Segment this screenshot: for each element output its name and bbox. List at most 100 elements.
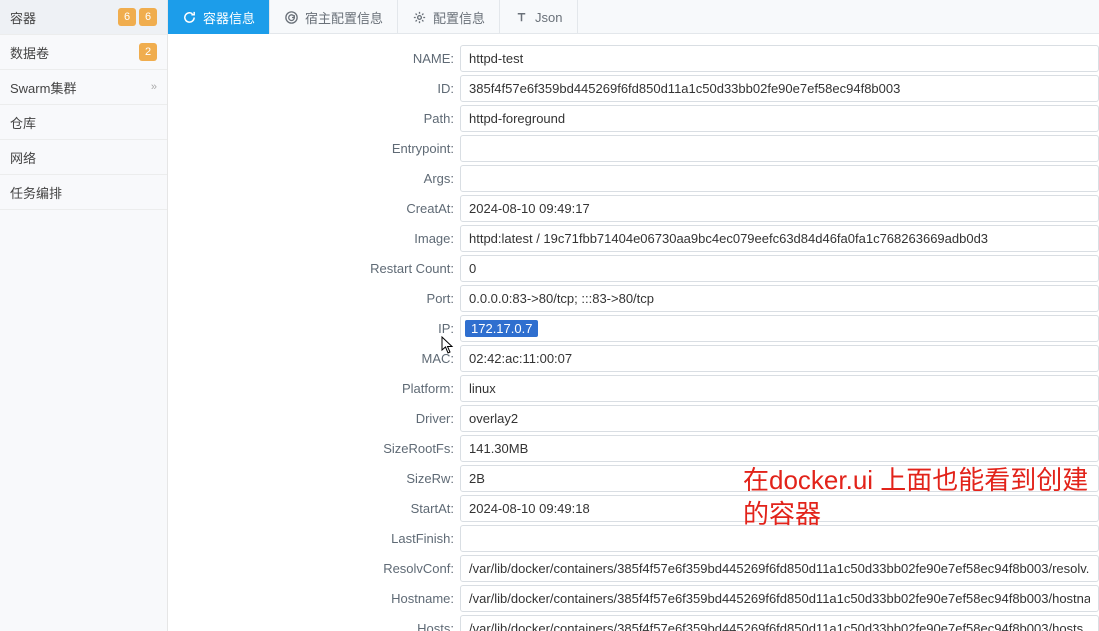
gear-icon: [412, 10, 427, 25]
detail-input[interactable]: [460, 405, 1099, 432]
detail-row: Args:: [168, 164, 1099, 192]
detail-row: Hostname:: [168, 584, 1099, 612]
detail-label: LastFinish:: [168, 531, 460, 546]
detail-input[interactable]: [460, 465, 1099, 492]
text-icon: [514, 10, 529, 25]
detail-input[interactable]: 172.17.0.7: [460, 315, 1099, 342]
detail-input[interactable]: [460, 345, 1099, 372]
detail-label: ID:: [168, 81, 460, 96]
detail-value: [460, 195, 1099, 222]
detail-value: [460, 105, 1099, 132]
detail-input[interactable]: [460, 255, 1099, 282]
detail-value: [460, 255, 1099, 282]
main-panel: 容器信息 宿主配置信息 配置信息 Json: [168, 0, 1099, 631]
detail-value: [460, 45, 1099, 72]
tab-label: 宿主配置信息: [305, 8, 383, 27]
tab-label: 配置信息: [433, 8, 485, 27]
detail-row: NAME:: [168, 44, 1099, 72]
sidebar-item-network[interactable]: 网络: [0, 140, 167, 175]
detail-value: [460, 375, 1099, 402]
detail-input[interactable]: [460, 435, 1099, 462]
detail-label: Port:: [168, 291, 460, 306]
detail-value: [460, 345, 1099, 372]
detail-label: ResolvConf:: [168, 561, 460, 576]
sidebar-item-label: 网络: [10, 148, 157, 167]
detail-value: [460, 495, 1099, 522]
detail-row: SizeRw:: [168, 464, 1099, 492]
tab-config-info[interactable]: 配置信息: [398, 0, 500, 34]
detail-row: MAC:: [168, 344, 1099, 372]
detail-input[interactable]: [460, 585, 1099, 612]
sidebar-item-label: 任务编排: [10, 183, 157, 202]
detail-label: SizeRw:: [168, 471, 460, 486]
detail-value: [460, 225, 1099, 252]
sidebar: 容器 6 6 数据卷 2 Swarm集群 »︎ 仓库 网络 任务编排: [0, 0, 168, 631]
detail-value: [460, 285, 1099, 312]
detail-value: [460, 585, 1099, 612]
detail-input[interactable]: [460, 375, 1099, 402]
sidebar-item-orchestration[interactable]: 任务编排: [0, 175, 167, 210]
detail-label: SizeRootFs:: [168, 441, 460, 456]
detail-label: Path:: [168, 111, 460, 126]
detail-input[interactable]: [460, 135, 1099, 162]
sidebar-item-containers[interactable]: 容器 6 6: [0, 0, 167, 35]
detail-value: [460, 465, 1099, 492]
detail-input[interactable]: [460, 75, 1099, 102]
selected-text: 172.17.0.7: [465, 320, 538, 337]
detail-row: Driver:: [168, 404, 1099, 432]
refresh-icon: [182, 10, 197, 25]
detail-value: 172.17.0.7: [460, 315, 1099, 342]
detail-label: Driver:: [168, 411, 460, 426]
detail-input[interactable]: [460, 165, 1099, 192]
sidebar-item-volumes[interactable]: 数据卷 2: [0, 35, 167, 70]
detail-row: IP:172.17.0.7: [168, 314, 1099, 342]
detail-input[interactable]: [460, 225, 1099, 252]
detail-row: Port:: [168, 284, 1099, 312]
detail-value: [460, 555, 1099, 582]
detail-input[interactable]: [460, 105, 1099, 132]
badge-total: 6: [139, 8, 157, 26]
detail-label: Hosts:: [168, 621, 460, 631]
detail-label: Restart Count:: [168, 261, 460, 276]
detail-label: NAME:: [168, 51, 460, 66]
sidebar-item-label: 容器: [10, 8, 115, 27]
sidebar-item-registry[interactable]: 仓库: [0, 105, 167, 140]
badge-running: 6: [118, 8, 136, 26]
detail-input[interactable]: [460, 615, 1099, 631]
detail-label: MAC:: [168, 351, 460, 366]
detail-input[interactable]: [460, 45, 1099, 72]
detail-row: ResolvConf:: [168, 554, 1099, 582]
detail-value: [460, 75, 1099, 102]
detail-input[interactable]: [460, 525, 1099, 552]
content-area: NAME: ID: Path: Entrypoint: Args: CreatAt: Ima…: [168, 34, 1099, 631]
detail-value: [460, 165, 1099, 192]
detail-value: [460, 135, 1099, 162]
detail-row: Path:: [168, 104, 1099, 132]
detail-label: CreatAt:: [168, 201, 460, 216]
detail-row: StartAt:: [168, 494, 1099, 522]
tab-container-info[interactable]: 容器信息: [168, 0, 270, 34]
tab-label: 容器信息: [203, 8, 255, 27]
detail-label: Entrypoint:: [168, 141, 460, 156]
detail-label: StartAt:: [168, 501, 460, 516]
detail-value: [460, 615, 1099, 631]
detail-value: [460, 435, 1099, 462]
badge-count: 2: [139, 43, 157, 61]
tab-json[interactable]: Json: [500, 0, 577, 34]
detail-label: Platform:: [168, 381, 460, 396]
sidebar-item-label: Swarm集群: [10, 78, 151, 97]
detail-row: ID:: [168, 74, 1099, 102]
detail-row: CreatAt:: [168, 194, 1099, 222]
detail-row: Image:: [168, 224, 1099, 252]
detail-row: SizeRootFs:: [168, 434, 1099, 462]
detail-label: Args:: [168, 171, 460, 186]
sidebar-item-swarm[interactable]: Swarm集群 »︎: [0, 70, 167, 105]
tab-host-config[interactable]: 宿主配置信息: [270, 0, 398, 34]
detail-row: Platform:: [168, 374, 1099, 402]
detail-input[interactable]: [460, 195, 1099, 222]
detail-row: LastFinish:: [168, 524, 1099, 552]
detail-input[interactable]: [460, 285, 1099, 312]
detail-input[interactable]: [460, 555, 1099, 582]
detail-input[interactable]: [460, 495, 1099, 522]
tab-label: Json: [535, 10, 562, 25]
